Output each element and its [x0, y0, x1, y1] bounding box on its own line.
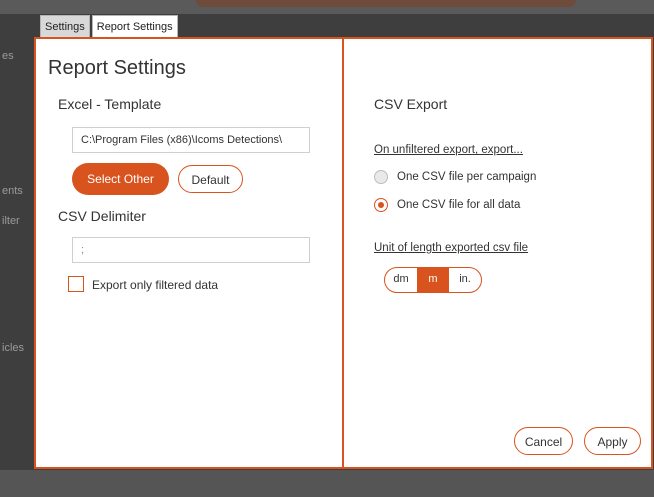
export-filtered-checkbox[interactable] — [68, 276, 84, 292]
radio-label: One CSV file for all data — [397, 199, 521, 211]
csv-delimiter-heading: CSV Delimiter — [58, 208, 146, 224]
background-title-bar — [0, 0, 654, 14]
radio-label: One CSV file per campaign — [397, 171, 537, 183]
unfiltered-export-label: On unfiltered export, export... — [374, 144, 523, 156]
csv-export-heading: CSV Export — [374, 96, 448, 112]
default-button[interactable]: Default — [178, 165, 243, 193]
left-panel: Report Settings Excel - Template C:\Prog… — [36, 39, 344, 467]
background-sidebar-text: ents — [2, 185, 23, 197]
excel-template-heading: Excel - Template — [58, 96, 162, 112]
background-bottom-bar — [0, 470, 654, 497]
export-filtered-label[interactable]: Export only filtered data — [92, 278, 218, 292]
unit-option-in[interactable]: in. — [449, 268, 481, 292]
background-sidebar-text: ilter — [2, 215, 20, 227]
delimiter-input[interactable]: ; — [72, 237, 310, 263]
unit-selector: dm m in. — [384, 267, 482, 293]
background-accent-strip — [196, 0, 576, 7]
right-panel: CSV Export On unfiltered export, export.… — [344, 39, 651, 467]
settings-tabs: Settings Report Settings — [40, 15, 180, 38]
apply-button[interactable]: Apply — [584, 427, 641, 455]
template-path-input[interactable]: C:\Program Files (x86)\Icoms Detections\ — [72, 127, 310, 153]
report-settings-dialog: Report Settings Excel - Template C:\Prog… — [34, 37, 653, 469]
page-title: Report Settings — [48, 57, 186, 79]
radio-button[interactable] — [374, 170, 388, 184]
unit-of-length-label: Unit of length exported csv file — [374, 242, 529, 254]
tab-report-settings[interactable]: Report Settings — [91, 15, 178, 38]
tab-settings[interactable]: Settings — [40, 15, 90, 38]
radio-all-data[interactable]: One CSV file for all data — [374, 198, 520, 212]
background-sidebar-text: icles — [2, 342, 25, 354]
select-other-button[interactable]: Select Other — [72, 163, 169, 195]
unit-option-m[interactable]: m — [417, 268, 449, 292]
background-sidebar-text: es — [2, 50, 14, 62]
radio-button-selected[interactable] — [374, 198, 388, 212]
unit-option-dm[interactable]: dm — [385, 268, 417, 292]
radio-per-campaign[interactable]: One CSV file per campaign — [374, 170, 536, 184]
cancel-button[interactable]: Cancel — [514, 427, 573, 455]
